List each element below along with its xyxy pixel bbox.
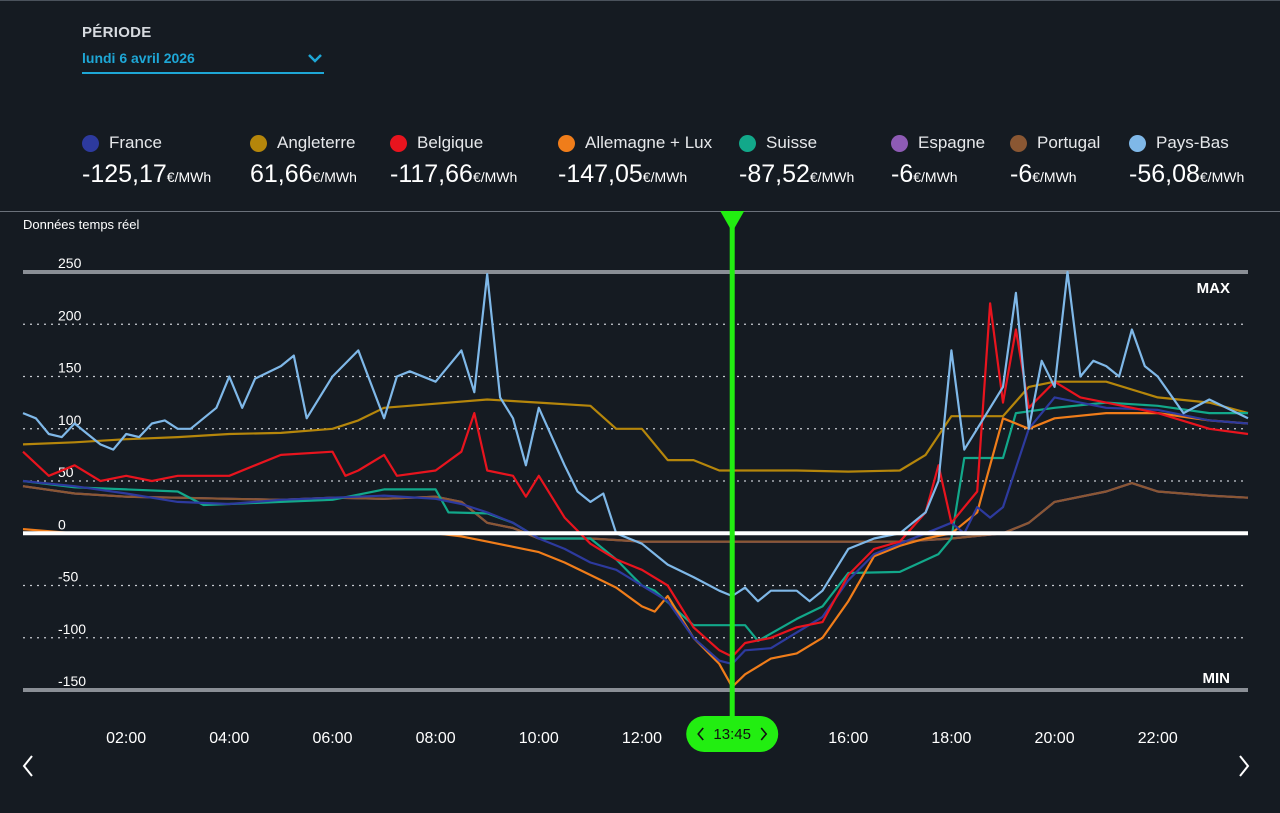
legend-item-pays-bas[interactable]: Pays-Bas -56,08€/MWh: [1129, 130, 1244, 190]
legend-dot: [250, 134, 267, 152]
legend-name: Pays-Bas: [1156, 133, 1229, 152]
legend-name: Portugal: [1037, 133, 1101, 152]
legend-value: -87,52: [739, 160, 810, 188]
legend-name: Allemagne + Lux: [585, 133, 713, 152]
legend-name: Angleterre: [277, 133, 356, 152]
legend-value: -56,08: [1129, 160, 1200, 188]
top-border: [0, 0, 1280, 1]
legend-item-espagne[interactable]: Espagne -6€/MWh: [891, 130, 985, 190]
legend-item-france[interactable]: France -125,17€/MWh: [82, 130, 211, 190]
legend-value: -6: [891, 160, 914, 188]
y-tick-label: 200: [58, 307, 82, 323]
series-line-suisse: [22, 401, 1248, 642]
legend-name: France: [109, 133, 162, 152]
legend-item-suisse[interactable]: Suisse -87,52€/MWh: [739, 130, 854, 190]
cursor-marker-icon: [720, 211, 745, 232]
price-chart: 250200150100500-50-100-150MAXMIN02:00 04:…: [22, 211, 1249, 752]
x-tick-label: 08:00: [416, 730, 456, 747]
period-value: lundi 6 avril 2026: [82, 50, 195, 66]
series-line-allemagne-lux: [22, 412, 1249, 688]
legend-dot: [82, 134, 99, 152]
y-tick-label: -150: [58, 673, 86, 689]
legend-dot: [558, 134, 575, 152]
x-tick-label: 12:00: [622, 730, 662, 747]
x-tick-label: 16:00: [828, 730, 868, 747]
legend-value: 61,66: [250, 160, 313, 188]
y-tick-label: -100: [58, 621, 86, 637]
legend-unit: €/MWh: [1032, 169, 1077, 185]
period-label: PÉRIODE: [82, 24, 152, 41]
y-tick-label: 250: [58, 255, 82, 271]
legend-name: Suisse: [766, 133, 818, 152]
previous-day-arrow-icon[interactable]: [18, 752, 38, 780]
x-tick-label: 18:00: [931, 730, 971, 747]
legend-dot: [1010, 134, 1027, 152]
legend-unit: €/MWh: [472, 169, 518, 185]
x-tick-label: 10:00: [519, 730, 559, 747]
x-tick-label: 22:00: [1138, 730, 1178, 747]
legend-item-angleterre[interactable]: Angleterre 61,66€/MWh: [250, 130, 357, 190]
legend-value: -125,17: [82, 160, 167, 188]
legend-dot: [390, 134, 407, 152]
period-dropdown[interactable]: lundi 6 avril 2026: [82, 48, 324, 74]
series-line-angleterre: [22, 380, 1249, 473]
cursor-time-label: 13:45: [713, 726, 751, 743]
legend-value: -147,05: [558, 160, 643, 188]
x-tick-label: 06:00: [312, 730, 352, 747]
y-tick-label: 150: [58, 360, 82, 376]
x-tick-label: 20:00: [1035, 730, 1075, 747]
legend-dot: [739, 134, 756, 152]
legend-dot: [891, 134, 908, 152]
legend-value: -6: [1010, 160, 1033, 188]
max-label: MAX: [1197, 280, 1230, 297]
legend-unit: €/MWh: [166, 169, 212, 185]
y-tick-label: 0: [58, 516, 66, 532]
series-line-belgique: [22, 302, 1249, 658]
legend-unit: €/MWh: [312, 169, 357, 185]
legend-unit: €/MWh: [642, 169, 688, 185]
legend: France -125,17€/MWh Angleterre 61,66€/MW…: [0, 130, 1280, 190]
legend-value: -117,66: [390, 160, 473, 188]
x-tick-label: 02:00: [106, 730, 146, 747]
legend-item-belgique[interactable]: Belgique -117,66€/MWh: [390, 130, 517, 190]
min-label: MIN: [1203, 670, 1231, 687]
chevron-down-icon: [308, 54, 322, 63]
legend-unit: €/MWh: [809, 169, 855, 185]
legend-unit: €/MWh: [913, 169, 958, 185]
legend-name: Belgique: [417, 133, 484, 152]
legend-name: Espagne: [918, 133, 986, 152]
next-day-arrow-icon[interactable]: [1234, 752, 1254, 780]
legend-item-allemagne-lux[interactable]: Allemagne + Lux -147,05€/MWh: [558, 130, 712, 190]
legend-dot: [1129, 134, 1146, 152]
series-line-france: [22, 396, 1249, 665]
x-tick-label: 04:00: [209, 730, 249, 747]
y-tick-label: -50: [58, 569, 78, 585]
legend-unit: €/MWh: [1199, 169, 1245, 185]
legend-item-portugal[interactable]: Portugal -6€/MWh: [1010, 130, 1100, 190]
series-line-pays-bas: [22, 270, 1249, 603]
